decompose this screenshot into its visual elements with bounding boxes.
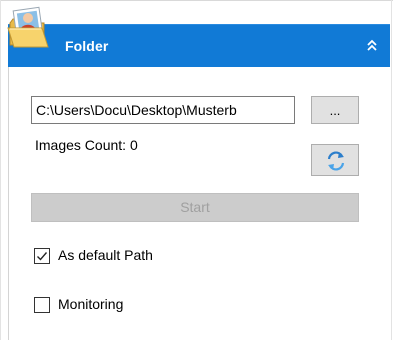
start-button[interactable]: Start xyxy=(31,193,359,222)
browse-button[interactable]: ... xyxy=(311,96,359,124)
panel-left-border xyxy=(8,67,9,340)
default-path-label: As default Path xyxy=(58,247,153,263)
double-chevron-up-icon[interactable] xyxy=(365,38,379,52)
monitoring-label: Monitoring xyxy=(58,296,124,312)
refresh-icon xyxy=(327,151,345,171)
folder-panel-header[interactable]: Folder xyxy=(8,24,390,67)
checkmark-icon xyxy=(37,252,48,261)
monitoring-checkbox[interactable] xyxy=(34,297,50,313)
window-right-border xyxy=(391,0,392,340)
refresh-button[interactable] xyxy=(311,144,359,176)
header-highlight xyxy=(8,24,390,25)
default-path-checkbox[interactable] xyxy=(34,248,50,264)
folder-path-input[interactable] xyxy=(31,96,295,124)
images-count-label: Images Count: 0 xyxy=(35,137,138,153)
panel-title: Folder xyxy=(65,38,109,54)
folder-icon xyxy=(7,6,49,48)
window-left-border xyxy=(0,0,1,340)
